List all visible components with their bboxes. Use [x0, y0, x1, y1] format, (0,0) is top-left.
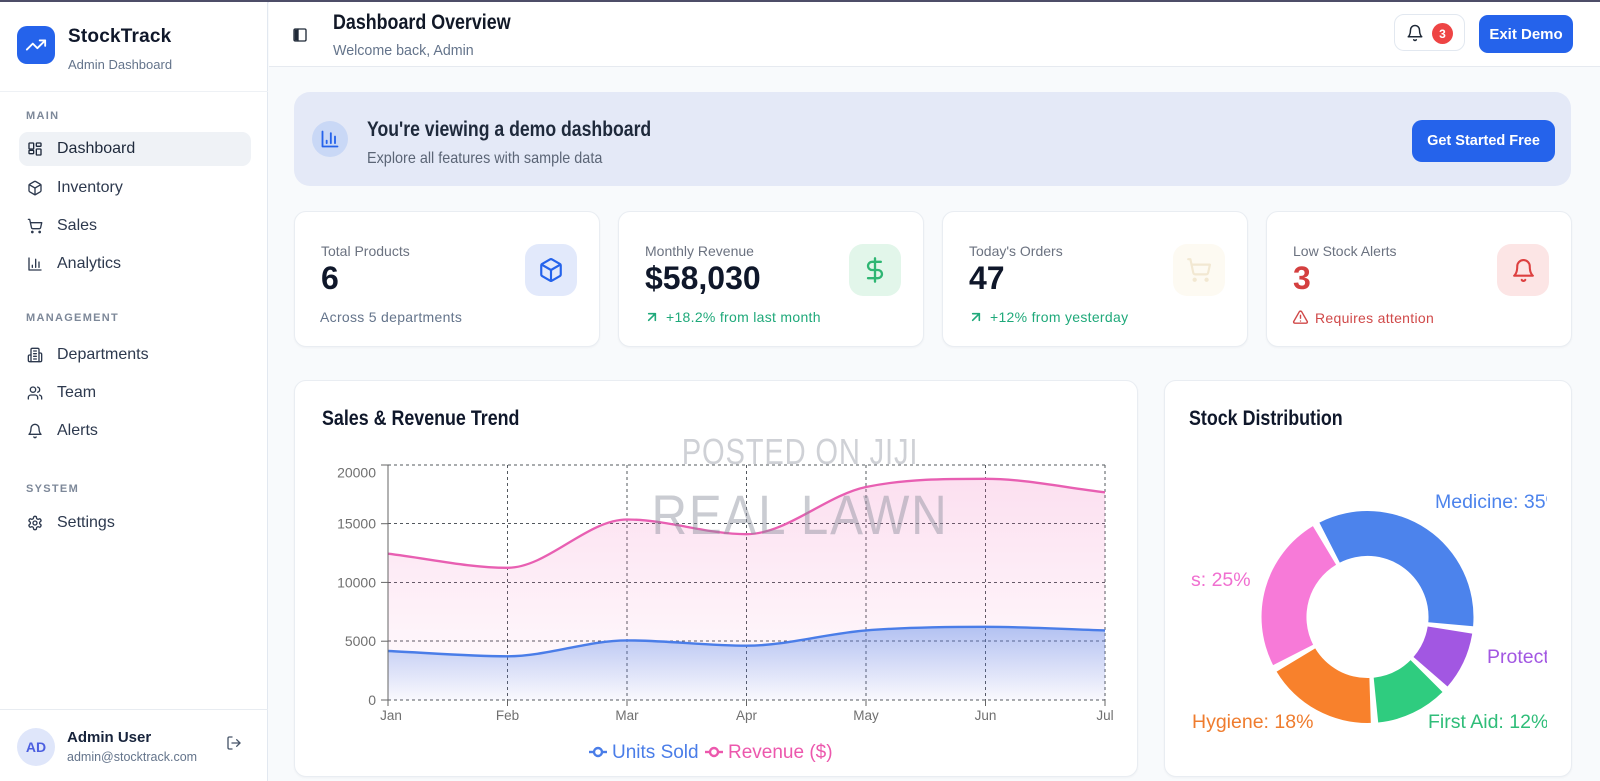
svg-text:Jan: Jan — [380, 708, 402, 723]
svg-text:Jun: Jun — [975, 708, 997, 723]
svg-text:10000: 10000 — [337, 574, 376, 590]
svg-text:Jul: Jul — [1096, 708, 1113, 723]
svg-text:15000: 15000 — [337, 516, 376, 532]
svg-text:Mar: Mar — [615, 708, 639, 723]
svg-text:May: May — [853, 708, 879, 723]
svg-text:20000: 20000 — [337, 465, 376, 481]
svg-text:Feb: Feb — [496, 708, 519, 723]
svg-text:5000: 5000 — [345, 633, 376, 649]
svg-text:0: 0 — [368, 692, 376, 708]
svg-text:Apr: Apr — [736, 708, 758, 723]
